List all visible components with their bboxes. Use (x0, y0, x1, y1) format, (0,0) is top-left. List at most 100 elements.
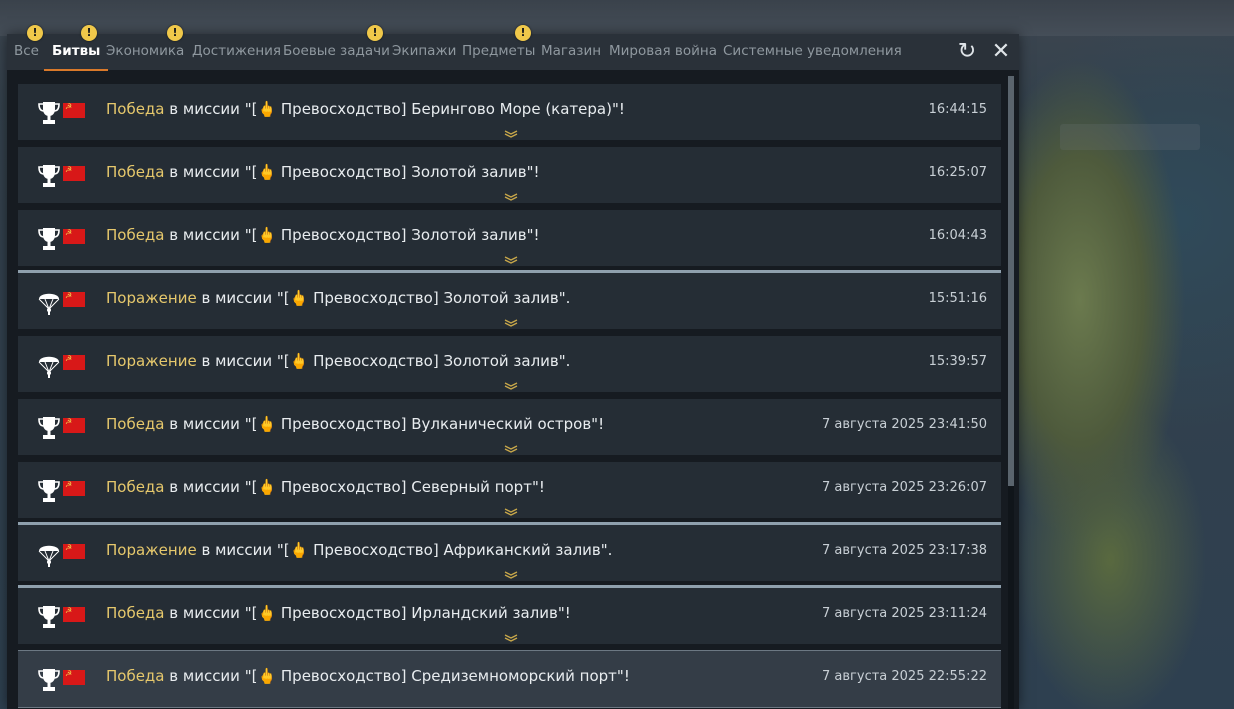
trophy-icon (38, 415, 60, 441)
ussr-flag-icon (63, 228, 85, 244)
expand-chevron-icon[interactable] (504, 186, 518, 201)
message-row[interactable]: Поражение в миссии "[🖕 Превосходство] Зо… (18, 336, 1001, 392)
tab-items[interactable]: Предметы ! (462, 25, 536, 70)
battle-result: Победа (106, 100, 165, 118)
tab-label: Достижения (192, 43, 282, 59)
message-timestamp: 16:44:15 (928, 102, 987, 117)
mission-description: в миссии "[🖕 Превосходство] Северный пор… (164, 478, 545, 496)
tab-shop[interactable]: Магазин (541, 34, 601, 70)
message-text: Победа в миссии "[🖕 Превосходство] Среди… (106, 667, 630, 685)
tab-system-notifications[interactable]: Системные уведомления (723, 34, 902, 70)
ussr-flag-icon (63, 543, 85, 559)
message-row[interactable]: Победа в миссии "[🖕 Превосходство] Золот… (18, 210, 1001, 266)
scrollbar-thumb[interactable] (1008, 76, 1014, 486)
message-row[interactable]: Победа в миссии "[🖕 Превосходство] Среди… (18, 650, 1001, 708)
battle-result: Поражение (106, 541, 197, 559)
message-text: Победа в миссии "[🖕 Превосходство] Золот… (106, 226, 540, 244)
message-timestamp: 16:04:43 (928, 228, 987, 243)
ussr-flag-icon (63, 165, 85, 181)
alert-icon: ! (27, 25, 43, 41)
message-text: Поражение в миссии "[🖕 Превосходство] Аф… (106, 541, 612, 559)
tab-battles[interactable]: Битвы ! (43, 25, 109, 71)
tab-label: Экономика (106, 43, 185, 59)
battle-result: Победа (106, 415, 165, 433)
alert-icon: ! (515, 25, 531, 41)
tab-label: Экипажи (392, 43, 457, 59)
message-timestamp: 7 августа 2025 23:11:24 (822, 606, 987, 621)
ussr-flag-icon (63, 291, 85, 307)
message-row[interactable]: Победа в миссии "[🖕 Превосходство] Вулка… (18, 399, 1001, 455)
message-row[interactable]: Победа в миссии "[🖕 Превосходство] Берин… (18, 84, 1001, 140)
mission-description: в миссии "[🖕 Превосходство] Золотой зали… (164, 226, 540, 244)
tab-label: Боевые задачи (283, 43, 390, 59)
parachute-icon (38, 289, 60, 315)
trophy-icon (38, 226, 60, 252)
message-row[interactable]: Поражение в миссии "[🖕 Превосходство] Аф… (18, 522, 1001, 581)
trophy-icon (38, 478, 60, 504)
mission-description: в миссии "[🖕 Превосходство] Африканский … (196, 541, 613, 559)
message-text: Поражение в миссии "[🖕 Превосходство] Зо… (106, 289, 570, 307)
tab-label: Битвы (52, 43, 101, 59)
message-timestamp: 7 августа 2025 23:17:38 (822, 543, 987, 558)
mission-description: в миссии "[🖕 Превосходство] Средиземномо… (164, 667, 630, 685)
close-button[interactable]: ✕ (989, 40, 1013, 64)
message-text: Победа в миссии "[🖕 Превосходство] Вулка… (106, 415, 604, 433)
mission-description: в миссии "[🖕 Превосходство] Золотой зали… (196, 289, 571, 307)
trophy-icon (38, 604, 60, 630)
message-row[interactable]: Победа в миссии "[🖕 Превосходство] Ирлан… (18, 585, 1001, 644)
message-row[interactable]: Победа в миссии "[🖕 Превосходство] Золот… (18, 147, 1001, 203)
tab-bar: Все ! Битвы ! Экономика ! Достижения Бое… (7, 25, 1019, 71)
tab-economy[interactable]: Экономика ! (106, 25, 185, 70)
ussr-flag-icon (63, 354, 85, 370)
tab-battle-tasks[interactable]: Боевые задачи ! (283, 25, 390, 70)
trophy-icon (38, 163, 60, 189)
alert-icon: ! (367, 25, 383, 41)
expand-chevron-icon[interactable] (504, 123, 518, 138)
message-text: Поражение в миссии "[🖕 Превосходство] Зо… (106, 352, 570, 370)
tab-all[interactable]: Все ! (14, 25, 43, 70)
tab-label: Магазин (541, 43, 602, 59)
refresh-button[interactable]: ↻ (955, 40, 979, 64)
parachute-icon (38, 541, 60, 567)
battle-result: Победа (106, 163, 165, 181)
expand-chevron-icon[interactable] (504, 438, 518, 453)
tab-label: Мировая война (609, 43, 717, 59)
message-timestamp: 15:39:57 (928, 354, 987, 369)
message-text: Победа в миссии "[🖕 Превосходство] Берин… (106, 100, 625, 118)
tab-crews[interactable]: Экипажи (392, 34, 456, 70)
expand-chevron-icon[interactable] (504, 501, 518, 516)
battle-result: Победа (106, 226, 165, 244)
battle-result: Победа (106, 604, 165, 622)
expand-chevron-icon[interactable] (504, 312, 518, 327)
mission-description: в миссии "[🖕 Превосходство] Золотой зали… (196, 352, 571, 370)
tab-label: Предметы (462, 43, 536, 59)
tab-world-war[interactable]: Мировая война (609, 34, 717, 70)
message-timestamp: 7 августа 2025 22:55:22 (822, 669, 987, 684)
expand-chevron-icon[interactable] (504, 249, 518, 264)
alert-icon: ! (167, 25, 183, 41)
battle-result: Победа (106, 667, 165, 685)
notifications-panel: Все ! Битвы ! Экономика ! Достижения Бое… (7, 25, 1019, 709)
trophy-icon (38, 667, 60, 693)
message-timestamp: 7 августа 2025 23:26:07 (822, 480, 987, 495)
tab-label: Все (14, 43, 39, 59)
message-row[interactable]: Поражение в миссии "[🖕 Превосходство] Зо… (18, 270, 1001, 329)
message-list: Победа в миссии "[🖕 Превосходство] Берин… (18, 84, 1001, 709)
top-hud-strip (0, 0, 1234, 36)
trophy-icon (38, 100, 60, 126)
tab-achievements[interactable]: Достижения (192, 34, 281, 70)
parachute-icon (38, 352, 60, 378)
mission-description: в миссии "[🖕 Превосходство] Золотой зали… (164, 163, 540, 181)
ussr-flag-icon (63, 669, 85, 685)
message-timestamp: 7 августа 2025 23:41:50 (822, 417, 987, 432)
ussr-flag-icon (63, 102, 85, 118)
ussr-flag-icon (63, 606, 85, 622)
battle-result: Победа (106, 478, 165, 496)
message-row[interactable]: Победа в миссии "[🖕 Превосходство] Север… (18, 462, 1001, 518)
alert-icon: ! (81, 25, 97, 41)
expand-chevron-icon[interactable] (504, 627, 518, 642)
message-text: Победа в миссии "[🖕 Превосходство] Север… (106, 478, 545, 496)
expand-chevron-icon[interactable] (504, 564, 518, 579)
message-timestamp: 16:25:07 (928, 165, 987, 180)
expand-chevron-icon[interactable] (504, 375, 518, 390)
